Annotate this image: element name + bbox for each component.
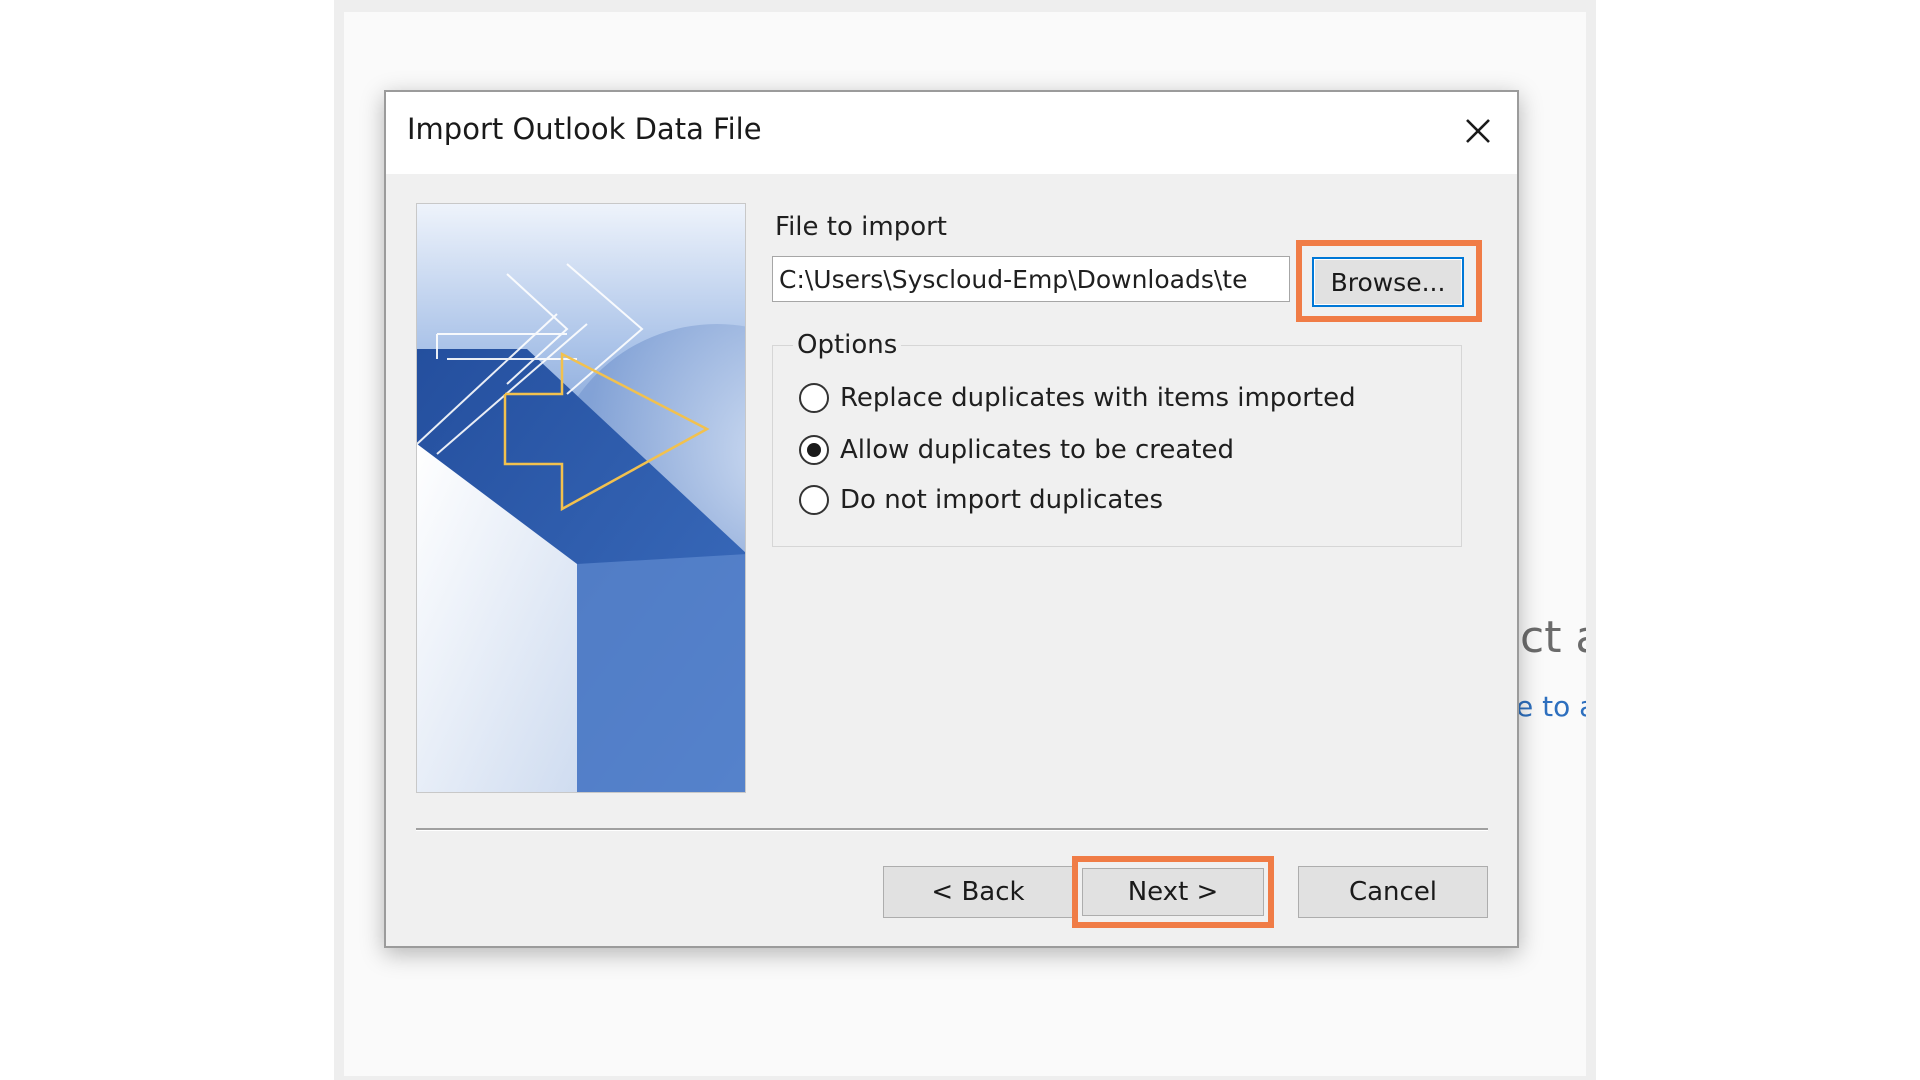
option-label: Do not import duplicates: [840, 485, 1164, 515]
close-button[interactable]: [1449, 102, 1507, 160]
file-path-input[interactable]: [772, 256, 1290, 302]
outlook-import-arrow-graphic: [417, 204, 745, 792]
close-icon: [1466, 119, 1490, 143]
background-link-fragment[interactable]: e to a: [1516, 690, 1586, 723]
next-button[interactable]: Next >: [1082, 868, 1264, 916]
back-button[interactable]: < Back: [883, 866, 1073, 918]
option-replace-duplicates[interactable]: Replace duplicates with items imported: [799, 380, 1356, 416]
dialog-titlebar: Import Outlook Data File: [386, 92, 1517, 174]
background-heading-fragment: ct a: [1520, 612, 1586, 663]
radio-do-not-import-duplicates[interactable]: [799, 485, 829, 515]
file-to-import-label: File to import: [775, 212, 947, 242]
button-separator: [416, 828, 1488, 831]
option-do-not-import-duplicates[interactable]: Do not import duplicates: [799, 482, 1163, 518]
cancel-button[interactable]: Cancel: [1298, 866, 1488, 918]
radio-replace-duplicates[interactable]: [799, 383, 829, 413]
radio-allow-duplicates[interactable]: [799, 435, 829, 465]
option-allow-duplicates[interactable]: Allow duplicates to be created: [799, 432, 1234, 468]
option-label: Replace duplicates with items imported: [840, 383, 1356, 413]
options-label: Options: [793, 330, 902, 360]
import-dialog: Import Outlook Data File File to import …: [384, 90, 1519, 948]
browse-button[interactable]: Browse...: [1312, 257, 1464, 307]
wizard-side-image: [416, 203, 746, 793]
option-label: Allow duplicates to be created: [840, 435, 1234, 465]
dialog-title: Import Outlook Data File: [407, 112, 762, 146]
